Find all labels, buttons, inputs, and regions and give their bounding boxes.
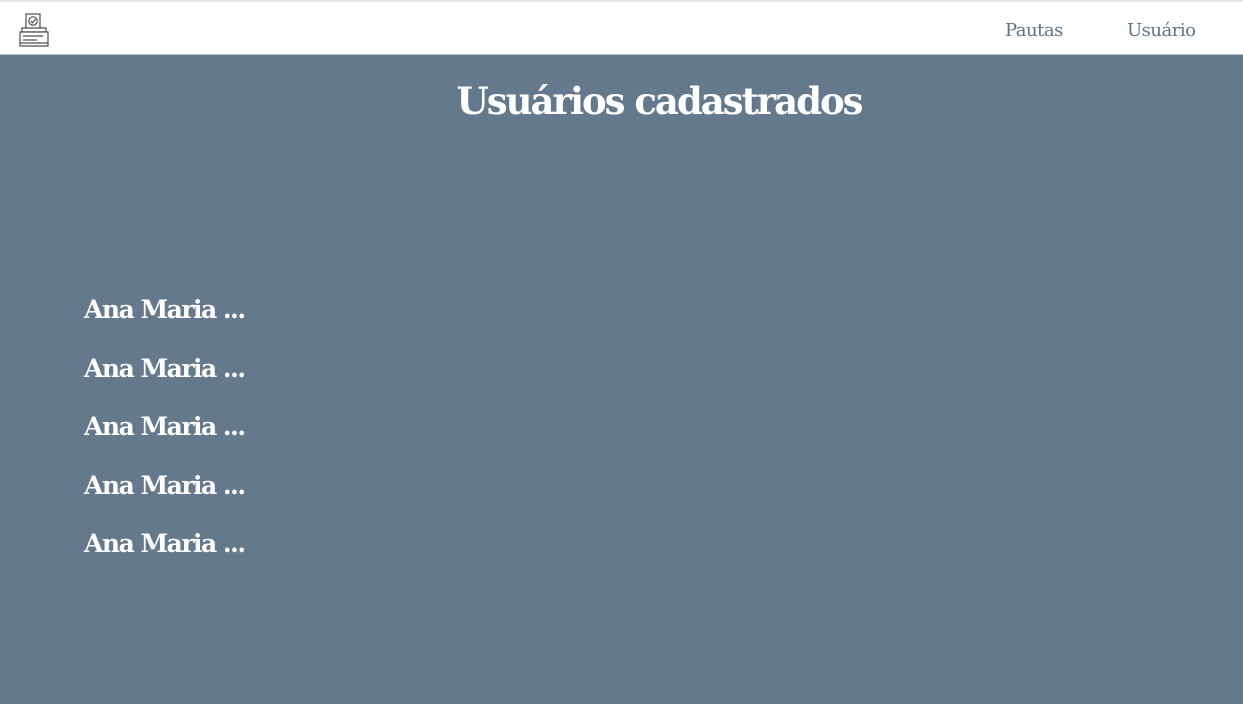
user-list-item[interactable]: Ana Maria ... <box>84 350 246 409</box>
page-title: Usuários cadastrados <box>456 79 863 123</box>
nav-link-usuario[interactable]: Usuário <box>1127 20 1196 41</box>
user-list-item[interactable]: Ana Maria ... <box>84 467 246 526</box>
user-list-item[interactable]: Ana Maria ... <box>84 408 246 467</box>
main-content: Usuários cadastrados Ana Maria ... Ana M… <box>0 55 1243 704</box>
top-navbar: Pautas Usuário <box>0 0 1243 55</box>
ballot-box-icon[interactable] <box>17 12 51 48</box>
user-list: Ana Maria ... Ana Maria ... Ana Maria ..… <box>84 291 246 584</box>
user-list-item[interactable]: Ana Maria ... <box>84 525 246 584</box>
user-list-item[interactable]: Ana Maria ... <box>84 291 246 350</box>
nav-link-pautas[interactable]: Pautas <box>1005 20 1063 41</box>
